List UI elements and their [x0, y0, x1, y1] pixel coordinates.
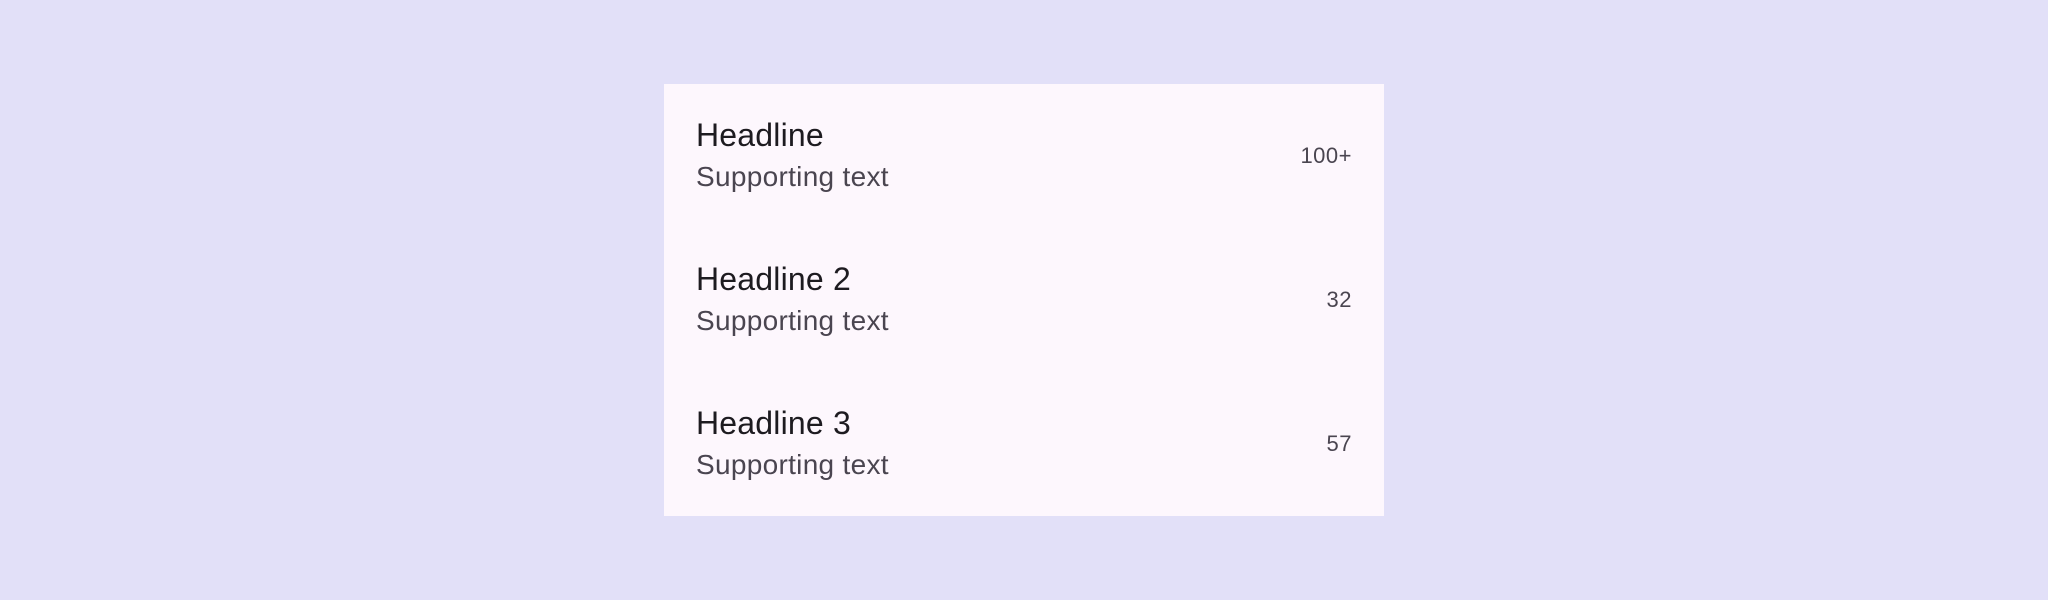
list-item-trailing-count: 32	[1326, 287, 1352, 312]
list-item-supporting-text: Supporting text	[696, 449, 889, 480]
list-item[interactable]: Headline Supporting text 100+	[664, 84, 1384, 228]
list-item-supporting-text: Supporting text	[696, 305, 889, 336]
list-item[interactable]: Headline 2 Supporting text 32	[664, 228, 1384, 372]
list-item-headline: Headline	[696, 117, 824, 153]
list-item-text: Headline 2 Supporting text	[696, 259, 889, 341]
list: Headline Supporting text 100+ Headline 2…	[664, 84, 1384, 516]
list-item-text: Headline Supporting text	[696, 115, 889, 197]
list-item-headline: Headline 2	[696, 261, 851, 297]
list-item[interactable]: Headline 3 Supporting text 57	[664, 372, 1384, 516]
list-item-trailing-count: 57	[1326, 431, 1352, 456]
list-item-trailing-count: 100+	[1300, 143, 1352, 168]
list-item-text: Headline 3 Supporting text	[696, 403, 889, 485]
list-item-supporting-text: Supporting text	[696, 161, 889, 192]
list-item-headline: Headline 3	[696, 405, 851, 441]
